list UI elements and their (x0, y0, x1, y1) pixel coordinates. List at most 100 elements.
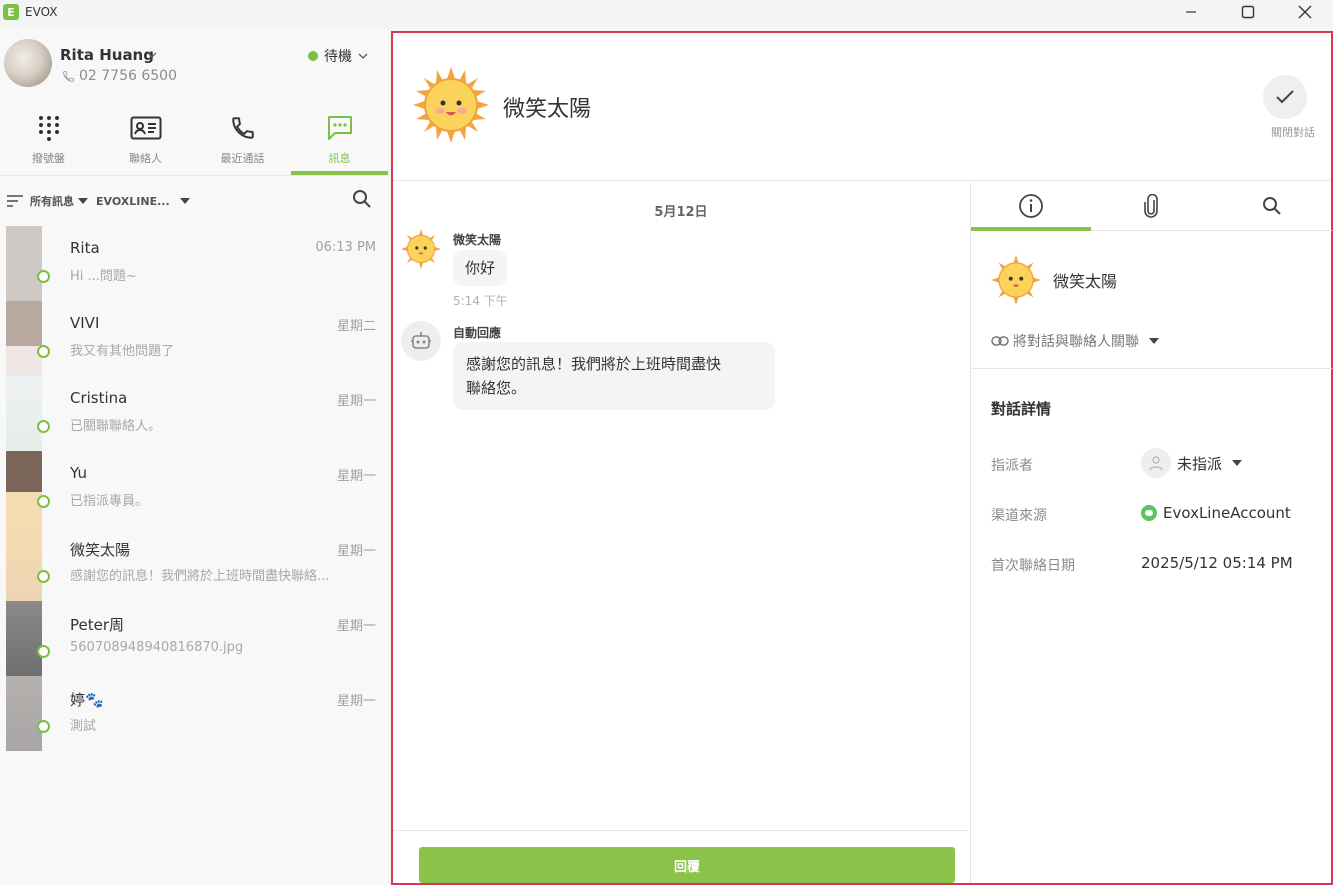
conversation-time: 06:13 PM (315, 240, 376, 255)
conversation-time: 星期一 (336, 544, 376, 559)
conversation-snippet: 測試 (70, 719, 97, 734)
divider (971, 368, 1332, 369)
message-time: 5:14 下午 (453, 294, 508, 308)
list-item[interactable]: 微笑太陽 星期一 感謝您的訊息！我們將於上班時間盡快聯絡... (0, 526, 388, 601)
conversation-name: Cristina (70, 389, 128, 407)
details-sidebar: 微笑太陽 將對話與聯絡人關聯 對話詳情 指派者 未指派 渠道來源 EvoxLin… (970, 182, 1332, 883)
avatar (6, 451, 42, 526)
assignee-dropdown[interactable]: 未指派 (1141, 448, 1243, 478)
list-item[interactable]: 婷🐾 星期一 測試 (0, 676, 388, 751)
phone-icon (231, 117, 254, 139)
line-channel-icon (1141, 505, 1157, 521)
search-icon (1262, 197, 1281, 215)
tab-search[interactable] (1212, 182, 1332, 230)
minimize-icon (1185, 11, 1196, 13)
channel-name: EvoxLineAccount (1163, 504, 1291, 522)
dialpad-icon (38, 116, 59, 141)
sort-icon[interactable] (6, 194, 24, 208)
message-text: 你好 (465, 259, 496, 277)
line-badge-icon (37, 720, 50, 733)
message-bubble: 感謝您的訊息！我們將於上班時間盡快 聯絡您。 (453, 342, 775, 410)
maximize-button[interactable] (1219, 0, 1276, 24)
nav-label: 撥號盤 (32, 152, 65, 165)
left-panel: Rita Huang 02 7756 6500 待機 撥號盤 聯絡人 最近通話 … (0, 28, 388, 885)
list-item[interactable]: Cristina 星期一 已關聯聯絡人。 (0, 376, 388, 451)
status-dot (308, 51, 318, 61)
sidebar-tabs (971, 182, 1332, 231)
message-icon (327, 116, 352, 140)
close-conversation-label: 關閉對話 (1271, 126, 1315, 139)
link-contact-label: 將對話與聯絡人關聯 (1013, 334, 1139, 350)
avatar (6, 301, 42, 376)
main-nav: 撥號盤 聯絡人 最近通話 訊息 (0, 106, 388, 176)
conversation-time: 星期二 (336, 319, 376, 334)
nav-contacts[interactable]: 聯絡人 (97, 106, 194, 175)
close-conversation-button[interactable] (1263, 75, 1307, 119)
list-item[interactable]: Peter周 星期一 560708948940816870.jpg (0, 601, 388, 676)
line-badge-icon (37, 270, 50, 283)
message-text: 感謝您的訊息！我們將於上班時間盡快 (466, 355, 722, 373)
avatar[interactable] (4, 39, 52, 87)
conversation-filters: 所有訊息 EVOXLINE... (0, 186, 388, 216)
link-contact-dropdown[interactable]: 將對話與聯絡人關聯 (991, 331, 1159, 351)
conversation-name: Rita (70, 239, 100, 257)
conversation-snippet: Hi ...問題~ (70, 269, 137, 284)
check-icon (1276, 90, 1294, 104)
conversation-snippet: 560708948940816870.jpg (70, 640, 244, 655)
conversation-name: Yu (70, 464, 87, 482)
nav-messages[interactable]: 訊息 (291, 106, 388, 175)
conversation-time: 星期一 (336, 619, 376, 634)
conversation-panel: 微笑太陽 關閉對話 5月12日 微笑太陽 你好 5:14 下午 自動回應 感謝您… (391, 31, 1333, 885)
user-name[interactable]: Rita Huang (60, 46, 154, 64)
first-contact-value: 2025/5/12 05:14 PM (1141, 554, 1293, 572)
avatar (6, 526, 42, 601)
bot-avatar (401, 321, 441, 361)
close-window-button[interactable] (1276, 0, 1333, 24)
tab-info[interactable] (971, 182, 1092, 231)
tab-attachments[interactable] (1091, 182, 1211, 230)
avatar (6, 226, 42, 301)
conversation-time: 星期一 (336, 394, 376, 409)
nav-label: 最近通話 (220, 152, 265, 165)
avatar (6, 601, 42, 676)
list-item[interactable]: VIVI 星期二 我又有其他問題了 (0, 301, 388, 376)
list-item[interactable]: Rita 06:13 PM Hi ...問題~ (0, 226, 388, 301)
assignee-label: 指派者 (991, 458, 1033, 474)
phone-icon (63, 70, 74, 82)
reply-button[interactable]: 回覆 (419, 847, 955, 883)
message-text: 聯絡您。 (466, 379, 527, 397)
assignee-value: 未指派 (1177, 454, 1223, 473)
caret-down-icon[interactable] (179, 197, 190, 205)
conversation-name: 婷🐾 (70, 691, 104, 709)
filter-account[interactable]: EVOXLINE... (96, 195, 170, 208)
status-label: 待機 (324, 49, 352, 65)
first-contact-label: 首次聯絡日期 (991, 558, 1075, 574)
chevron-down-icon[interactable] (147, 50, 157, 60)
chevron-down-icon (358, 53, 368, 59)
maximize-icon (1241, 5, 1254, 19)
sidebar-contact-name: 微笑太陽 (1053, 272, 1118, 291)
conversation-list: Rita 06:13 PM Hi ...問題~ VIVI 星期二 我又有其他問題… (0, 226, 388, 751)
caret-down-icon (1149, 338, 1159, 344)
caret-down-icon[interactable] (78, 197, 88, 205)
nav-dialpad[interactable]: 撥號盤 (0, 106, 97, 175)
filter-scope[interactable]: 所有訊息 (30, 193, 74, 209)
contact-card-icon (130, 116, 161, 140)
conversation-name: VIVI (70, 314, 100, 332)
status-selector[interactable]: 待機 (308, 46, 368, 66)
sidebar-contact: 微笑太陽 (991, 255, 1117, 305)
conversation-snippet: 感謝您的訊息！我們將於上班時間盡快聯絡... (70, 569, 330, 584)
person-icon (1141, 448, 1171, 478)
close-icon (1298, 5, 1311, 19)
conversation-header: 微笑太陽 關閉對話 (393, 33, 1331, 181)
line-badge-icon (37, 345, 50, 358)
search-icon[interactable] (352, 189, 372, 209)
list-item[interactable]: Yu 星期一 已指派專員。 (0, 451, 388, 526)
nav-label: 訊息 (328, 152, 351, 165)
conversation-name: Peter周 (70, 616, 125, 634)
minimize-button[interactable] (1162, 0, 1219, 24)
avatar (6, 676, 42, 751)
nav-recent-calls[interactable]: 最近通話 (194, 106, 291, 175)
line-badge-icon (37, 570, 50, 583)
conversation-time: 星期一 (336, 469, 376, 484)
